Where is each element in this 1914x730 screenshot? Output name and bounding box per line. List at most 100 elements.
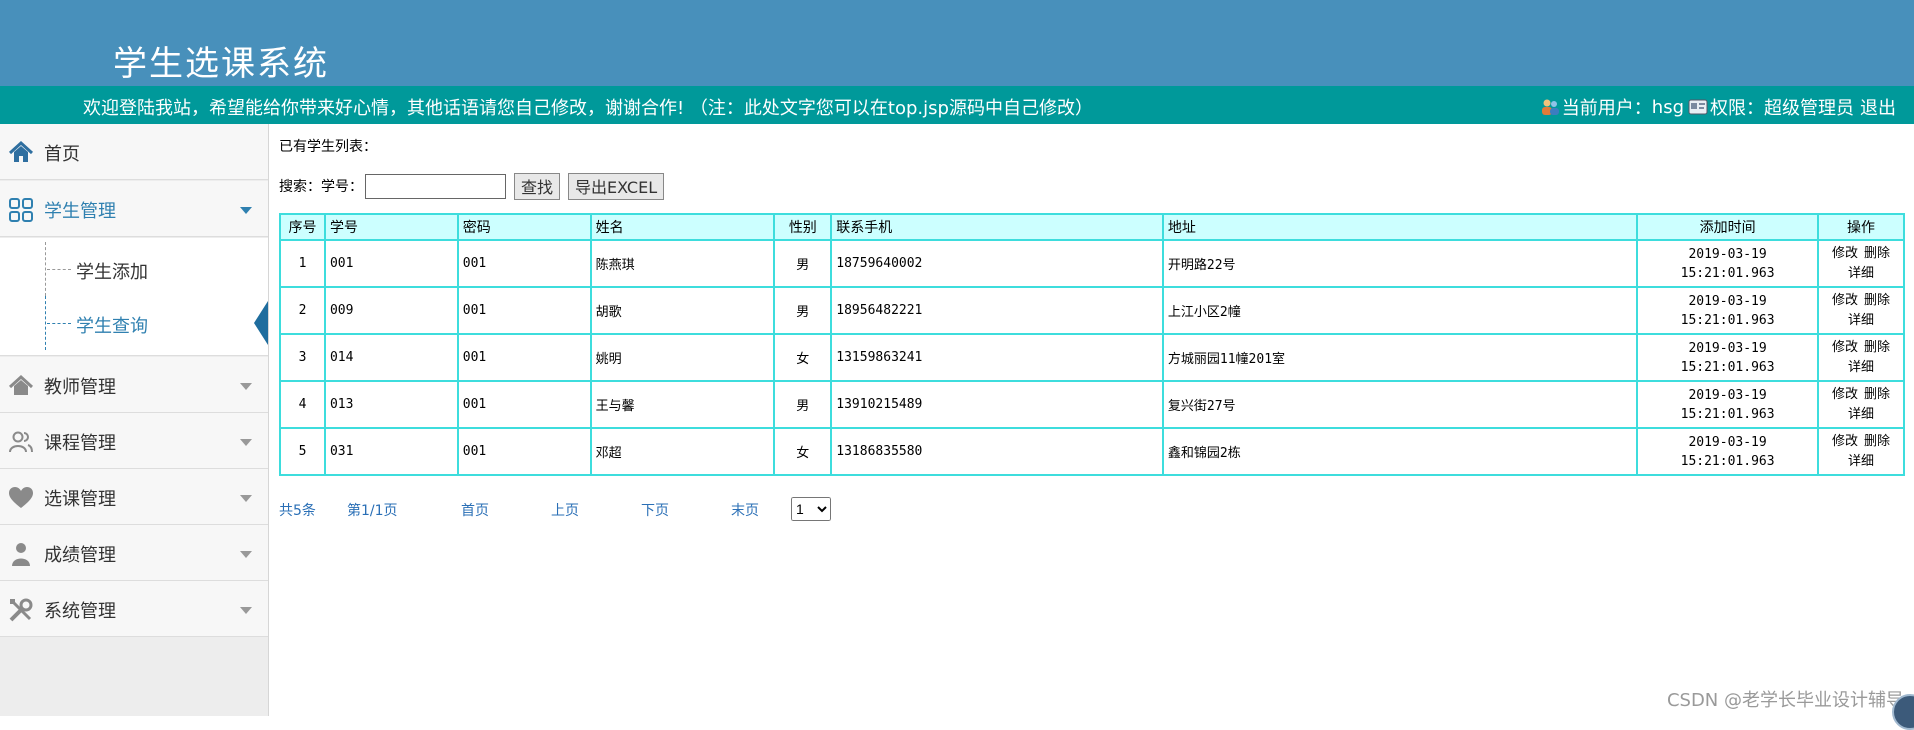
page-select[interactable]: 1 [791, 497, 831, 521]
sidebar-item-student-management[interactable]: 学生管理 [0, 181, 268, 237]
cell-student-id: 031 [325, 428, 458, 475]
users-icon [1540, 97, 1560, 117]
sidebar-item-course-management[interactable]: 课程管理 [0, 413, 268, 469]
list-title: 已有学生列表： [279, 136, 377, 156]
tree-line [45, 296, 46, 350]
chevron-down-icon [240, 495, 252, 502]
column-header: 密码 [458, 214, 591, 240]
tree-branch [47, 269, 71, 270]
heart-icon [8, 485, 34, 511]
app-title: 学生选课系统 [113, 36, 329, 85]
delete-link[interactable]: 删除 [1864, 434, 1890, 449]
cell-actions: 修改删除详细 [1818, 381, 1904, 428]
cell-student-id: 014 [325, 334, 458, 381]
student-id-search-input[interactable] [365, 174, 506, 199]
cell-password: 001 [458, 428, 591, 475]
cell-phone: 13186835580 [831, 428, 1163, 475]
sidebar-item-home[interactable]: 首页 [0, 124, 268, 180]
sidebar-subitem-student-query[interactable]: 学生查询 [0, 296, 268, 350]
cell-password: 001 [458, 381, 591, 428]
added-date: 2019-03-19 [1688, 341, 1766, 356]
cell-student-id: 001 [325, 240, 458, 287]
delete-link[interactable]: 删除 [1864, 293, 1890, 308]
cell-no: 1 [280, 240, 325, 287]
chevron-down-icon [240, 207, 252, 214]
detail-link[interactable]: 详细 [1848, 313, 1874, 328]
column-header: 添加时间 [1637, 214, 1818, 240]
detail-link[interactable]: 详细 [1848, 266, 1874, 281]
edit-link[interactable]: 修改 [1832, 434, 1858, 449]
sidebar: 首页 学生管理 学生添加 学生查询 教师管理 课程管理 [0, 124, 269, 716]
cell-gender: 男 [774, 381, 831, 428]
role-card-icon [1688, 97, 1708, 117]
delete-link[interactable]: 删除 [1864, 340, 1890, 355]
chevron-down-icon [240, 383, 252, 390]
subitem-label: 学生添加 [76, 258, 148, 284]
tree-branch [47, 323, 71, 324]
next-page-link[interactable]: 下页 [641, 500, 669, 520]
cell-added-time: 2019-03-19 15:21:01.963 [1637, 287, 1818, 334]
cell-student-id: 013 [325, 381, 458, 428]
column-header: 地址 [1163, 214, 1637, 240]
added-clock: 15:21:01.963 [1681, 313, 1775, 328]
cell-phone: 13910215489 [831, 381, 1163, 428]
first-page-link[interactable]: 首页 [461, 500, 489, 520]
edit-link[interactable]: 修改 [1832, 387, 1858, 402]
last-page-link[interactable]: 末页 [731, 500, 759, 520]
cell-address: 方城丽园11幢201室 [1163, 334, 1637, 381]
sidebar-item-label: 成绩管理 [44, 541, 116, 567]
page-indicator: 第1/1页 [347, 500, 398, 520]
cell-gender: 男 [774, 287, 831, 334]
house-icon [8, 373, 34, 399]
sidebar-item-label: 教师管理 [44, 373, 116, 399]
sidebar-item-score-management[interactable]: 成绩管理 [0, 525, 268, 581]
edit-link[interactable]: 修改 [1832, 340, 1858, 355]
main-content: 已有学生列表： 搜索：学号： 查找 导出EXCEL 序号 学号 密码 姓名 性别… [279, 124, 1909, 716]
delete-link[interactable]: 删除 [1864, 246, 1890, 261]
sidebar-item-selection-management[interactable]: 选课管理 [0, 469, 268, 525]
sidebar-item-system-management[interactable]: 系统管理 [0, 581, 268, 637]
added-date: 2019-03-19 [1688, 247, 1766, 262]
table-row: 3 014 001 姚明 女 13159863241 方城丽园11幢201室 2… [280, 334, 1904, 381]
table-row: 4 013 001 王与馨 男 13910215489 复兴街27号 2019-… [280, 381, 1904, 428]
tools-icon [8, 597, 34, 623]
edit-link[interactable]: 修改 [1832, 293, 1858, 308]
column-header: 学号 [325, 214, 458, 240]
cell-address: 复兴街27号 [1163, 381, 1637, 428]
cell-phone: 13159863241 [831, 334, 1163, 381]
cell-no: 2 [280, 287, 325, 334]
column-header: 姓名 [591, 214, 775, 240]
added-clock: 15:21:01.963 [1681, 407, 1775, 422]
cell-password: 001 [458, 240, 591, 287]
role-value: 超级管理员 [1764, 94, 1854, 120]
search-button[interactable]: 查找 [514, 173, 560, 200]
cell-actions: 修改删除详细 [1818, 428, 1904, 475]
export-excel-button[interactable]: 导出EXCEL [568, 173, 664, 200]
sidebar-item-label: 选课管理 [44, 485, 116, 511]
floating-avatar-icon[interactable] [1892, 694, 1914, 730]
cell-password: 001 [458, 287, 591, 334]
sidebar-item-label: 学生管理 [44, 197, 116, 223]
detail-link[interactable]: 详细 [1848, 360, 1874, 375]
cell-address: 上江小区2幢 [1163, 287, 1637, 334]
header-banner: 学生选课系统 [0, 0, 1914, 86]
cell-added-time: 2019-03-1915:21:01.963 [1637, 381, 1818, 428]
added-clock: 15:21:01.963 [1681, 454, 1775, 469]
cell-added-time: 2019-03-1915:21:01.963 [1637, 334, 1818, 381]
search-bar: 搜索：学号： 查找 导出EXCEL [279, 172, 672, 200]
logout-link[interactable]: 退出 [1860, 94, 1896, 120]
detail-link[interactable]: 详细 [1848, 407, 1874, 422]
edit-link[interactable]: 修改 [1832, 246, 1858, 261]
delete-link[interactable]: 删除 [1864, 387, 1890, 402]
cell-no: 5 [280, 428, 325, 475]
cell-student-id: 009 [325, 287, 458, 334]
cell-name: 陈燕琪 [591, 240, 775, 287]
sidebar-item-teacher-management[interactable]: 教师管理 [0, 357, 268, 413]
cell-added-time: 2019-03-1915:21:01.963 [1637, 240, 1818, 287]
sidebar-subitem-student-add[interactable]: 学生添加 [0, 242, 268, 296]
added-date: 2019-03-19 [1688, 294, 1766, 309]
user-info: 当前用户： hsg 权限： 超级管理员 退出 [1540, 94, 1896, 120]
table-row: 2 009 001 胡歌 男 18956482221 上江小区2幢 2019-0… [280, 287, 1904, 334]
detail-link[interactable]: 详细 [1848, 454, 1874, 469]
prev-page-link[interactable]: 上页 [551, 500, 579, 520]
